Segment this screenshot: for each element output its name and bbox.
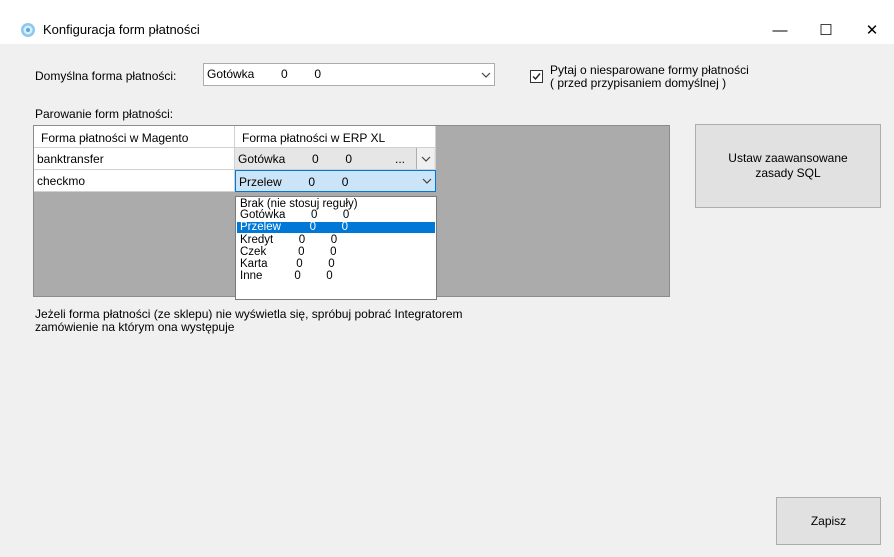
payment-dropdown-list: Brak (nie stosuj reguły) Gotówka 0 0 Prz… [235, 196, 437, 300]
chevron-down-icon [477, 64, 494, 85]
dropdown-option[interactable]: Gotówka 0 0 [237, 209, 435, 221]
save-button[interactable]: Zapisz [776, 497, 881, 545]
app-icon [21, 23, 35, 37]
column-header-magento[interactable]: Forma płatności w Magento [34, 126, 235, 148]
dropdown-option[interactable]: Kredyt 0 0 [237, 234, 435, 246]
column-header-erp[interactable]: Forma płatności w ERP XL [235, 126, 436, 148]
table-row-magento-cell[interactable]: banktransfer [34, 148, 235, 170]
dropdown-option[interactable]: Czek 0 0 [237, 246, 435, 258]
maximize-button[interactable]: ☐ [803, 16, 849, 44]
ask-unpaired-checkbox[interactable] [530, 70, 543, 83]
window-title: Konfiguracja form płatności [43, 22, 200, 37]
erp-cell-value: Gotówka 0 0 [238, 152, 353, 166]
payment-config-window: Konfiguracja form płatności — ☐ ✕ Domyśl… [0, 0, 894, 557]
info-text-line2: zamówienie na którym ona występuje [35, 320, 235, 334]
close-button[interactable]: ✕ [849, 16, 894, 44]
default-payment-value: Gotówka 0 0 [207, 67, 322, 81]
ask-unpaired-label-line2: ( przed przypisaniem domyślnej ) [550, 76, 727, 90]
chevron-down-icon[interactable] [416, 148, 434, 169]
info-text-line1: Jeżeli forma płatności (ze sklepu) nie w… [35, 307, 463, 321]
minimize-button[interactable]: — [757, 16, 803, 44]
pairing-label: Parowanie form płatności: [35, 107, 174, 121]
default-payment-label: Domyślna forma płatności: [35, 69, 177, 83]
title-bar: Konfiguracja form płatności — ☐ ✕ [0, 0, 894, 44]
dropdown-option[interactable]: Karta 0 0 [237, 258, 435, 270]
ellipsis-button[interactable]: ... [395, 152, 405, 166]
erp-cell-value: Przelew 0 0 [239, 175, 349, 189]
default-payment-select[interactable]: Gotówka 0 0 [203, 63, 495, 86]
checkmark-icon [532, 73, 541, 81]
table-row-erp-combo[interactable]: Przelew 0 0 [235, 170, 436, 192]
table-row-magento-cell[interactable]: checkmo [34, 170, 235, 192]
advanced-sql-button[interactable]: Ustaw zaawansowane zasady SQL [695, 124, 881, 208]
dropdown-option-selected[interactable]: Przelew 0 0 [237, 221, 435, 233]
table-row-erp-cell[interactable]: Gotówka 0 0 ... [235, 148, 436, 170]
ask-unpaired-label-line1: Pytaj o niesparowane formy płatności [550, 63, 749, 77]
chevron-down-icon[interactable] [418, 171, 435, 191]
dropdown-option[interactable]: Inne 0 0 [237, 270, 435, 282]
